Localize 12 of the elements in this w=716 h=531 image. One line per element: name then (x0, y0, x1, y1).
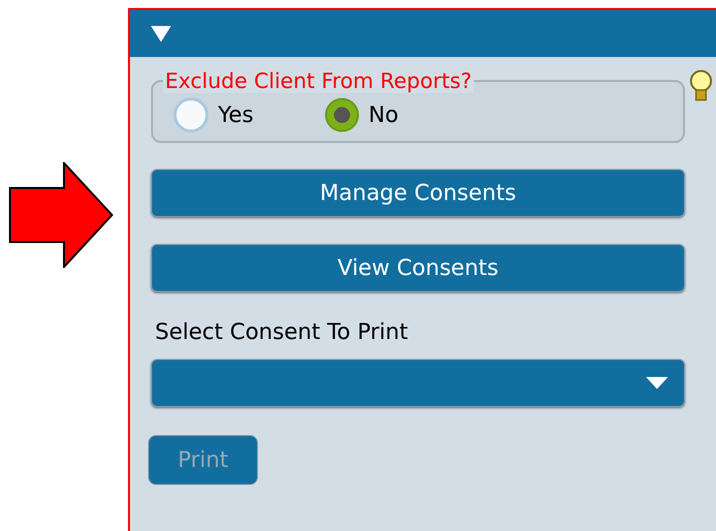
radio-label: No (368, 102, 398, 128)
collapse-icon[interactable] (150, 24, 172, 42)
lightbulb-icon[interactable] (688, 69, 714, 103)
consents-button[interactable]: View Consents (151, 244, 685, 292)
consents-button[interactable]: Manage Consents (151, 169, 685, 217)
arrow-icon (8, 162, 114, 268)
radio-label: Yes (218, 102, 254, 128)
caret-icon (646, 377, 668, 389)
radio-button[interactable] (324, 97, 360, 133)
select-label: Select Consent To Print (154, 320, 409, 345)
question-label: Exclude Client From Reports? (163, 69, 474, 93)
radio-button[interactable] (173, 97, 209, 133)
